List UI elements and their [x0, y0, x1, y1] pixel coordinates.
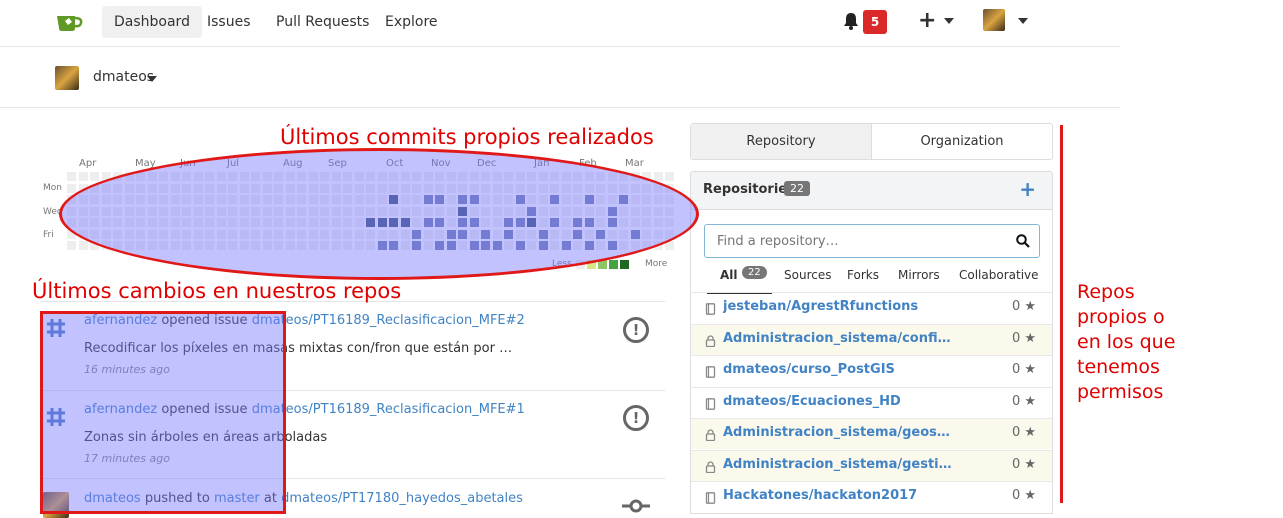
heatmap-cell	[67, 241, 76, 250]
repo-icon	[705, 303, 716, 315]
repositories-panel: Repositories 22 + All 22 Sources Forks M…	[690, 171, 1053, 514]
filter-collaborative[interactable]: Collaborative	[959, 268, 1039, 282]
nav-explore[interactable]: Explore	[373, 6, 450, 38]
issue-opened-icon: !	[623, 317, 649, 343]
annotation-repos-line	[1060, 125, 1063, 503]
context-user-bar: dmateos	[0, 47, 1120, 108]
annotation-changes: Últimos cambios en nuestros repos	[32, 279, 402, 303]
feed-target-link[interactable]: dmateos/PT17180_hayedos_abetales	[281, 491, 523, 506]
month-label: Mar	[625, 158, 644, 169]
repositories-count-badge: 22	[784, 181, 810, 196]
notification-count-badge[interactable]: 5	[863, 10, 887, 34]
annotation-repos-line-3: en los que	[1077, 331, 1176, 353]
day-label: Mon	[43, 183, 62, 193]
annotation-repos-line-4: tenemos	[1077, 356, 1160, 378]
repo-icon	[705, 397, 716, 410]
nav-dashboard[interactable]: Dashboard	[102, 6, 202, 38]
heatmap-cell	[90, 172, 99, 181]
repository-row[interactable]: Administracion_sistema/geoserver 0 ★	[691, 418, 1052, 449]
chevron-down-icon[interactable]	[147, 76, 157, 82]
tab-repository[interactable]: Repository	[691, 124, 872, 159]
filter-mirrors[interactable]: Mirrors	[898, 268, 940, 282]
repository-row[interactable]: jesteban/AgrestRfunctions 0 ★	[691, 292, 1052, 323]
repository-stars: 0 ★	[1011, 456, 1036, 472]
heatmap-cell	[67, 183, 76, 193]
annotation-commits: Últimos commits propios realizados	[280, 125, 654, 149]
nav-pull-requests[interactable]: Pull Requests	[264, 6, 381, 38]
filter-all[interactable]: All	[720, 268, 738, 282]
heatmap-cell	[78, 172, 88, 181]
filter-all-count: 22	[742, 266, 767, 279]
tab-organization[interactable]: Organization	[872, 124, 1052, 159]
dashboard-tabs: Repository Organization	[690, 123, 1053, 160]
gitea-logo-icon[interactable]	[55, 10, 83, 34]
chevron-down-icon	[944, 18, 955, 24]
add-repository-button[interactable]: +	[1019, 177, 1036, 201]
filter-sources[interactable]: Sources	[784, 268, 831, 282]
heatmap-cell	[78, 241, 88, 250]
annotation-repos: Repos propios o en los que tenemos permi…	[1077, 280, 1175, 405]
repository-name[interactable]: dmateos/Ecuaciones_HD	[723, 394, 901, 409]
repository-name[interactable]: dmateos/curso_PostGIS	[723, 362, 895, 377]
legend-swatch	[609, 260, 618, 269]
create-new-button[interactable]: +	[918, 8, 955, 33]
repo-icon	[705, 492, 716, 504]
month-label: Apr	[79, 158, 97, 169]
heatmap-cell	[67, 172, 76, 181]
lock-icon	[705, 460, 716, 473]
repositories-title: Repositories	[703, 182, 795, 197]
annotation-feed-highlight	[40, 311, 286, 514]
legend-more: More	[645, 259, 668, 269]
top-navbar: Dashboard Issues Pull Requests Explore 5…	[0, 0, 1120, 47]
feed-target-link[interactable]: dmateos/PT16189_Reclasificacion_MFE#2	[252, 313, 525, 328]
repository-search	[704, 224, 1040, 258]
repository-stars: 0 ★	[1011, 488, 1036, 503]
git-commit-icon	[622, 499, 650, 513]
annotation-repos-line-1: Repos	[1077, 281, 1135, 303]
search-icon[interactable]	[1016, 234, 1030, 248]
repository-row[interactable]: Administracion_sistema/configuracion… 0 ★	[691, 323, 1052, 355]
repository-stars: 0 ★	[1011, 425, 1036, 440]
legend-swatch	[620, 260, 629, 269]
annotation-repos-line-2: propios o	[1077, 306, 1165, 328]
lock-icon	[705, 429, 716, 441]
repository-row[interactable]: dmateos/Ecuaciones_HD 0 ★	[691, 386, 1052, 418]
repository-stars: 0 ★	[1011, 299, 1036, 314]
repository-row[interactable]: Administracion_sistema/gestion_servi… 0 ★	[691, 449, 1052, 481]
repository-name[interactable]: Hackatones/hackaton2017	[723, 488, 917, 503]
repository-name[interactable]: jesteban/AgrestRfunctions	[723, 299, 918, 314]
repository-stars: 0 ★	[1011, 393, 1036, 409]
nav-issues[interactable]: Issues	[195, 6, 263, 38]
repositories-header: Repositories 22 +	[691, 172, 1052, 210]
repository-name[interactable]: Administracion_sistema/geoserver	[723, 425, 958, 440]
repository-name[interactable]: Administracion_sistema/configuracion…	[723, 331, 958, 346]
issue-opened-icon: !	[623, 405, 649, 431]
context-avatar[interactable]	[55, 66, 79, 90]
lock-icon	[705, 334, 716, 347]
context-username[interactable]: dmateos	[93, 69, 154, 85]
bell-icon[interactable]	[843, 12, 859, 30]
repository-row[interactable]: Hackatones/hackaton2017 0 ★	[691, 481, 1052, 512]
chevron-down-icon[interactable]	[1018, 18, 1028, 24]
user-avatar[interactable]	[983, 9, 1005, 31]
annotation-repos-line-5: permisos	[1077, 381, 1164, 403]
heatmap-cell	[665, 172, 674, 181]
day-label: Fri	[43, 230, 54, 240]
annotation-heatmap-highlight	[59, 148, 699, 280]
repository-stars: 0 ★	[1011, 362, 1036, 377]
filter-forks[interactable]: Forks	[847, 268, 879, 282]
repo-icon	[705, 366, 716, 378]
feed-target-link[interactable]: dmateos/PT16189_Reclasificacion_MFE#1	[252, 402, 525, 417]
repository-name[interactable]: Administracion_sistema/gestion_servi…	[723, 457, 958, 472]
repository-row[interactable]: dmateos/curso_PostGIS 0 ★	[691, 355, 1052, 386]
repository-search-input[interactable]	[705, 225, 1005, 257]
repository-stars: 0 ★	[1011, 330, 1036, 346]
